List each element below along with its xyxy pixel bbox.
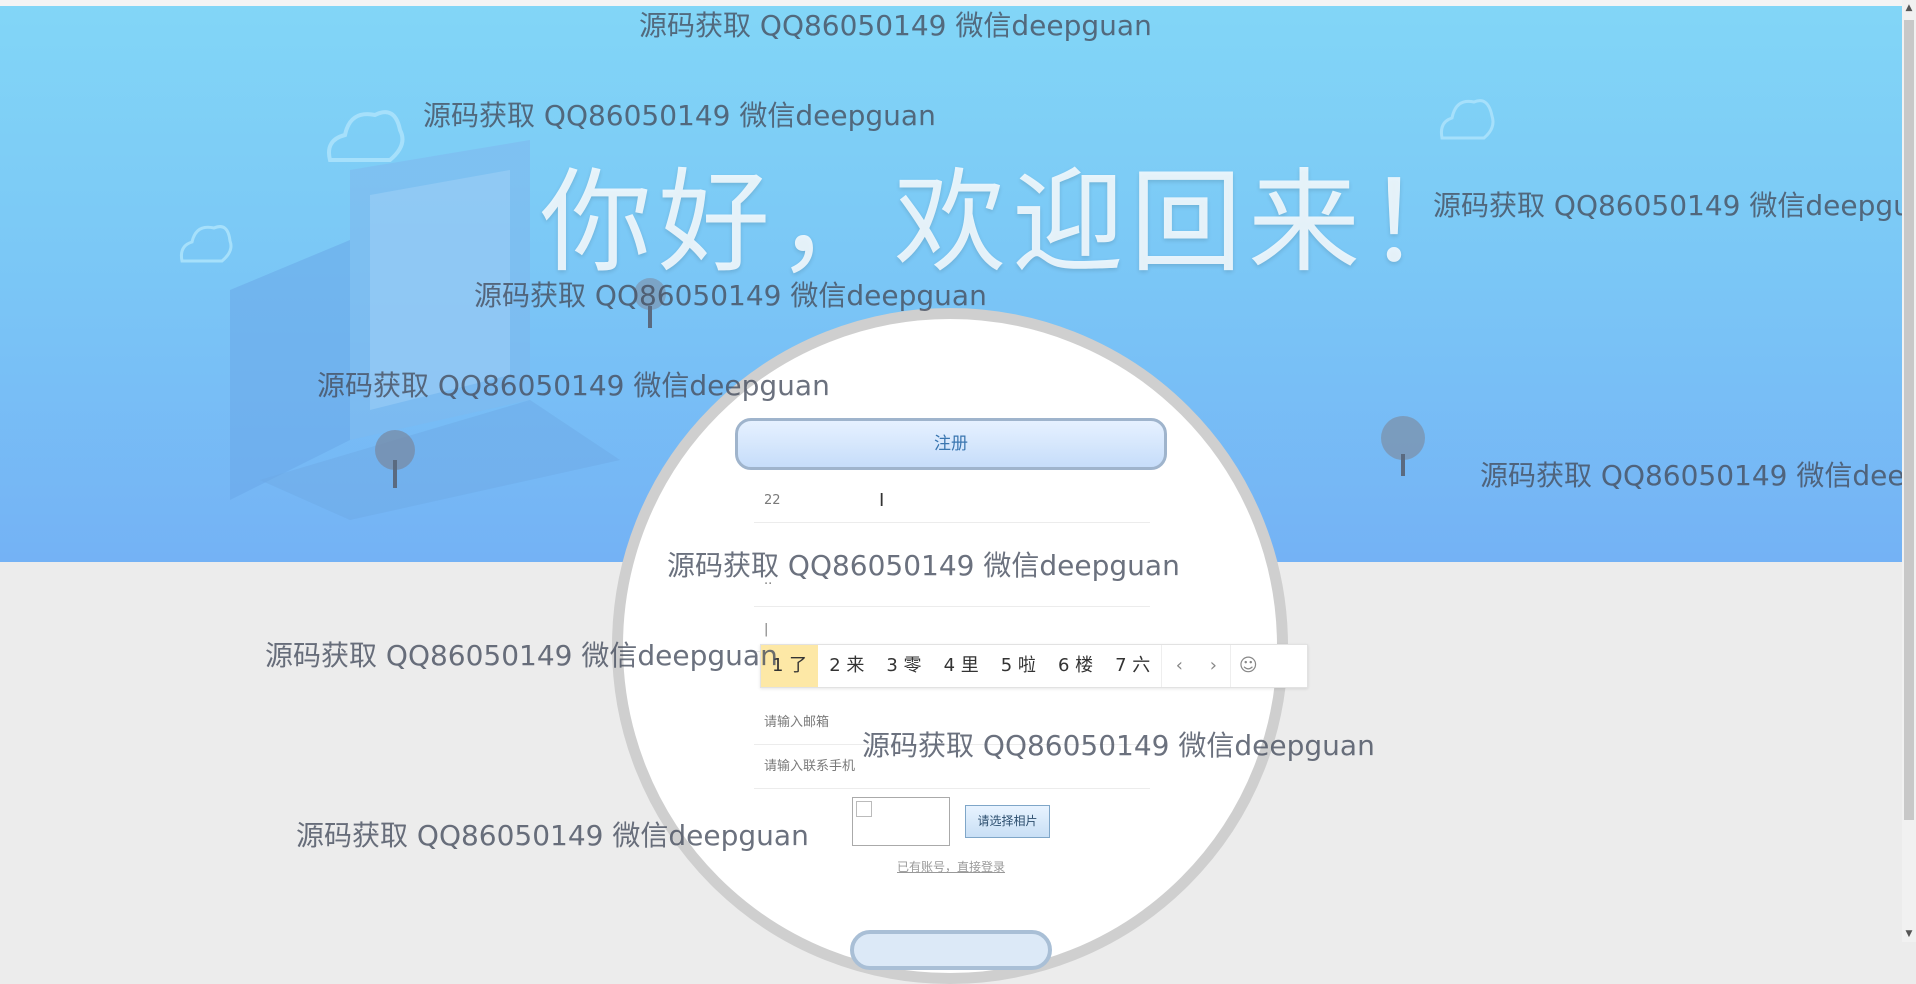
- ime-next-icon[interactable]: ›: [1196, 645, 1230, 687]
- watermark: 源码获取 QQ86050149 微信deepguan: [862, 729, 1375, 762]
- ime-candidate[interactable]: 5 啦: [990, 645, 1047, 687]
- scroll-up-icon[interactable]: ▲: [1904, 2, 1914, 14]
- cloud-icon: [327, 110, 405, 162]
- ime-emoji-icon[interactable]: ☺: [1230, 645, 1265, 687]
- scroll-thumb[interactable]: [1904, 20, 1914, 820]
- login-link[interactable]: 已有账号，直接登录: [897, 858, 1005, 875]
- cloud-icon: [180, 225, 233, 263]
- watermark: 源码获取 QQ86050149 微信deepguan: [265, 639, 778, 672]
- ime-candidate[interactable]: 2 来: [818, 645, 875, 687]
- vertical-scrollbar[interactable]: ▲ ▼: [1902, 0, 1916, 942]
- tree-icon: [1381, 416, 1425, 476]
- ime-candidate[interactable]: 6 楼: [1047, 645, 1104, 687]
- watermark: 源码获取 QQ86050149 微信deepguan: [296, 819, 809, 852]
- submit-button[interactable]: [850, 930, 1052, 970]
- ibeam-cursor-icon: I: [879, 490, 885, 511]
- photo-preview: [852, 797, 950, 846]
- scroll-down-icon[interactable]: ▼: [1904, 928, 1914, 940]
- watermark: 源码获取 QQ86050149 微信deepguan: [1433, 189, 1916, 222]
- ime-candidate[interactable]: 4 里: [933, 645, 990, 687]
- username-field[interactable]: 22: [754, 479, 1150, 523]
- page-title: 你好，欢迎回来！: [540, 158, 1484, 288]
- watermark: 源码获取 QQ86050149 微信deepguan: [1480, 459, 1916, 492]
- watermark: 源码获取 QQ86050149 微信deepguan: [317, 369, 830, 402]
- choose-photo-button[interactable]: 请选择相片: [965, 805, 1050, 838]
- ime-candidate[interactable]: 3 零: [875, 645, 932, 687]
- watermark: 源码获取 QQ86050149 微信deepguan: [667, 549, 1180, 582]
- ime-candidate[interactable]: 7 六: [1104, 645, 1161, 687]
- broken-image-icon: [856, 801, 872, 817]
- watermark: 源码获取 QQ86050149 微信deepguan: [474, 279, 987, 312]
- ime-candidate-bar: 1 了 2 来 3 零 4 里 5 啦 6 楼 7 六 ‹ › ☺: [760, 644, 1308, 688]
- watermark: 源码获取 QQ86050149 微信deepguan: [639, 9, 1152, 42]
- register-button[interactable]: 注册: [735, 418, 1167, 470]
- watermark: 源码获取 QQ86050149 微信deepguan: [423, 99, 936, 132]
- ime-prev-icon[interactable]: ‹: [1161, 645, 1196, 687]
